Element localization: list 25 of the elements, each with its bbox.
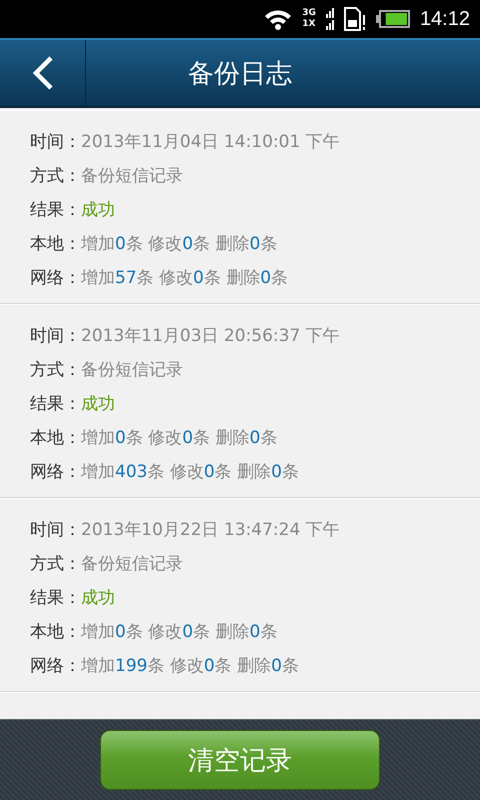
log-line: 本地：增加0条 修改0条 删除0条 [30,427,278,450]
wifi-icon [264,8,292,30]
network-label: 3G [302,8,316,19]
clear-records-button[interactable]: 清空记录 [100,730,380,790]
signal-icon [326,8,334,30]
log-line: 方式：备份短信记录 [30,359,184,382]
battery-icon [376,10,410,28]
log-line: 时间：2013年11月04日 14:10:01 下午 [30,131,341,154]
log-line: 方式：备份短信记录 [30,165,184,188]
back-icon [32,56,54,90]
log-line: 时间：2013年10月22日 13:47:24 下午 [30,519,341,542]
log-line: 结果：成功 [30,587,116,610]
network-label: 1X [302,19,316,30]
log-line: 结果：成功 [30,393,116,416]
log-line: 网络：增加403条 修改0条 删除0条 [30,461,300,484]
sim-card-alert-icon [344,7,366,31]
log-line: 本地：增加0条 修改0条 删除0条 [30,233,278,256]
clock: 14:12 [420,8,470,30]
log-line: 网络：增加57条 修改0条 删除0条 [30,267,290,290]
log-line: 网络：增加199条 修改0条 删除0条 [30,655,300,678]
log-line: 结果：成功 [30,199,116,222]
log-line: 方式：备份短信记录 [30,553,184,576]
page-title: 备份日志 [187,58,293,90]
log-line: 本地：增加0条 修改0条 删除0条 [30,621,278,644]
log-line: 时间：2013年11月03日 20:56:37 下午 [30,325,341,348]
